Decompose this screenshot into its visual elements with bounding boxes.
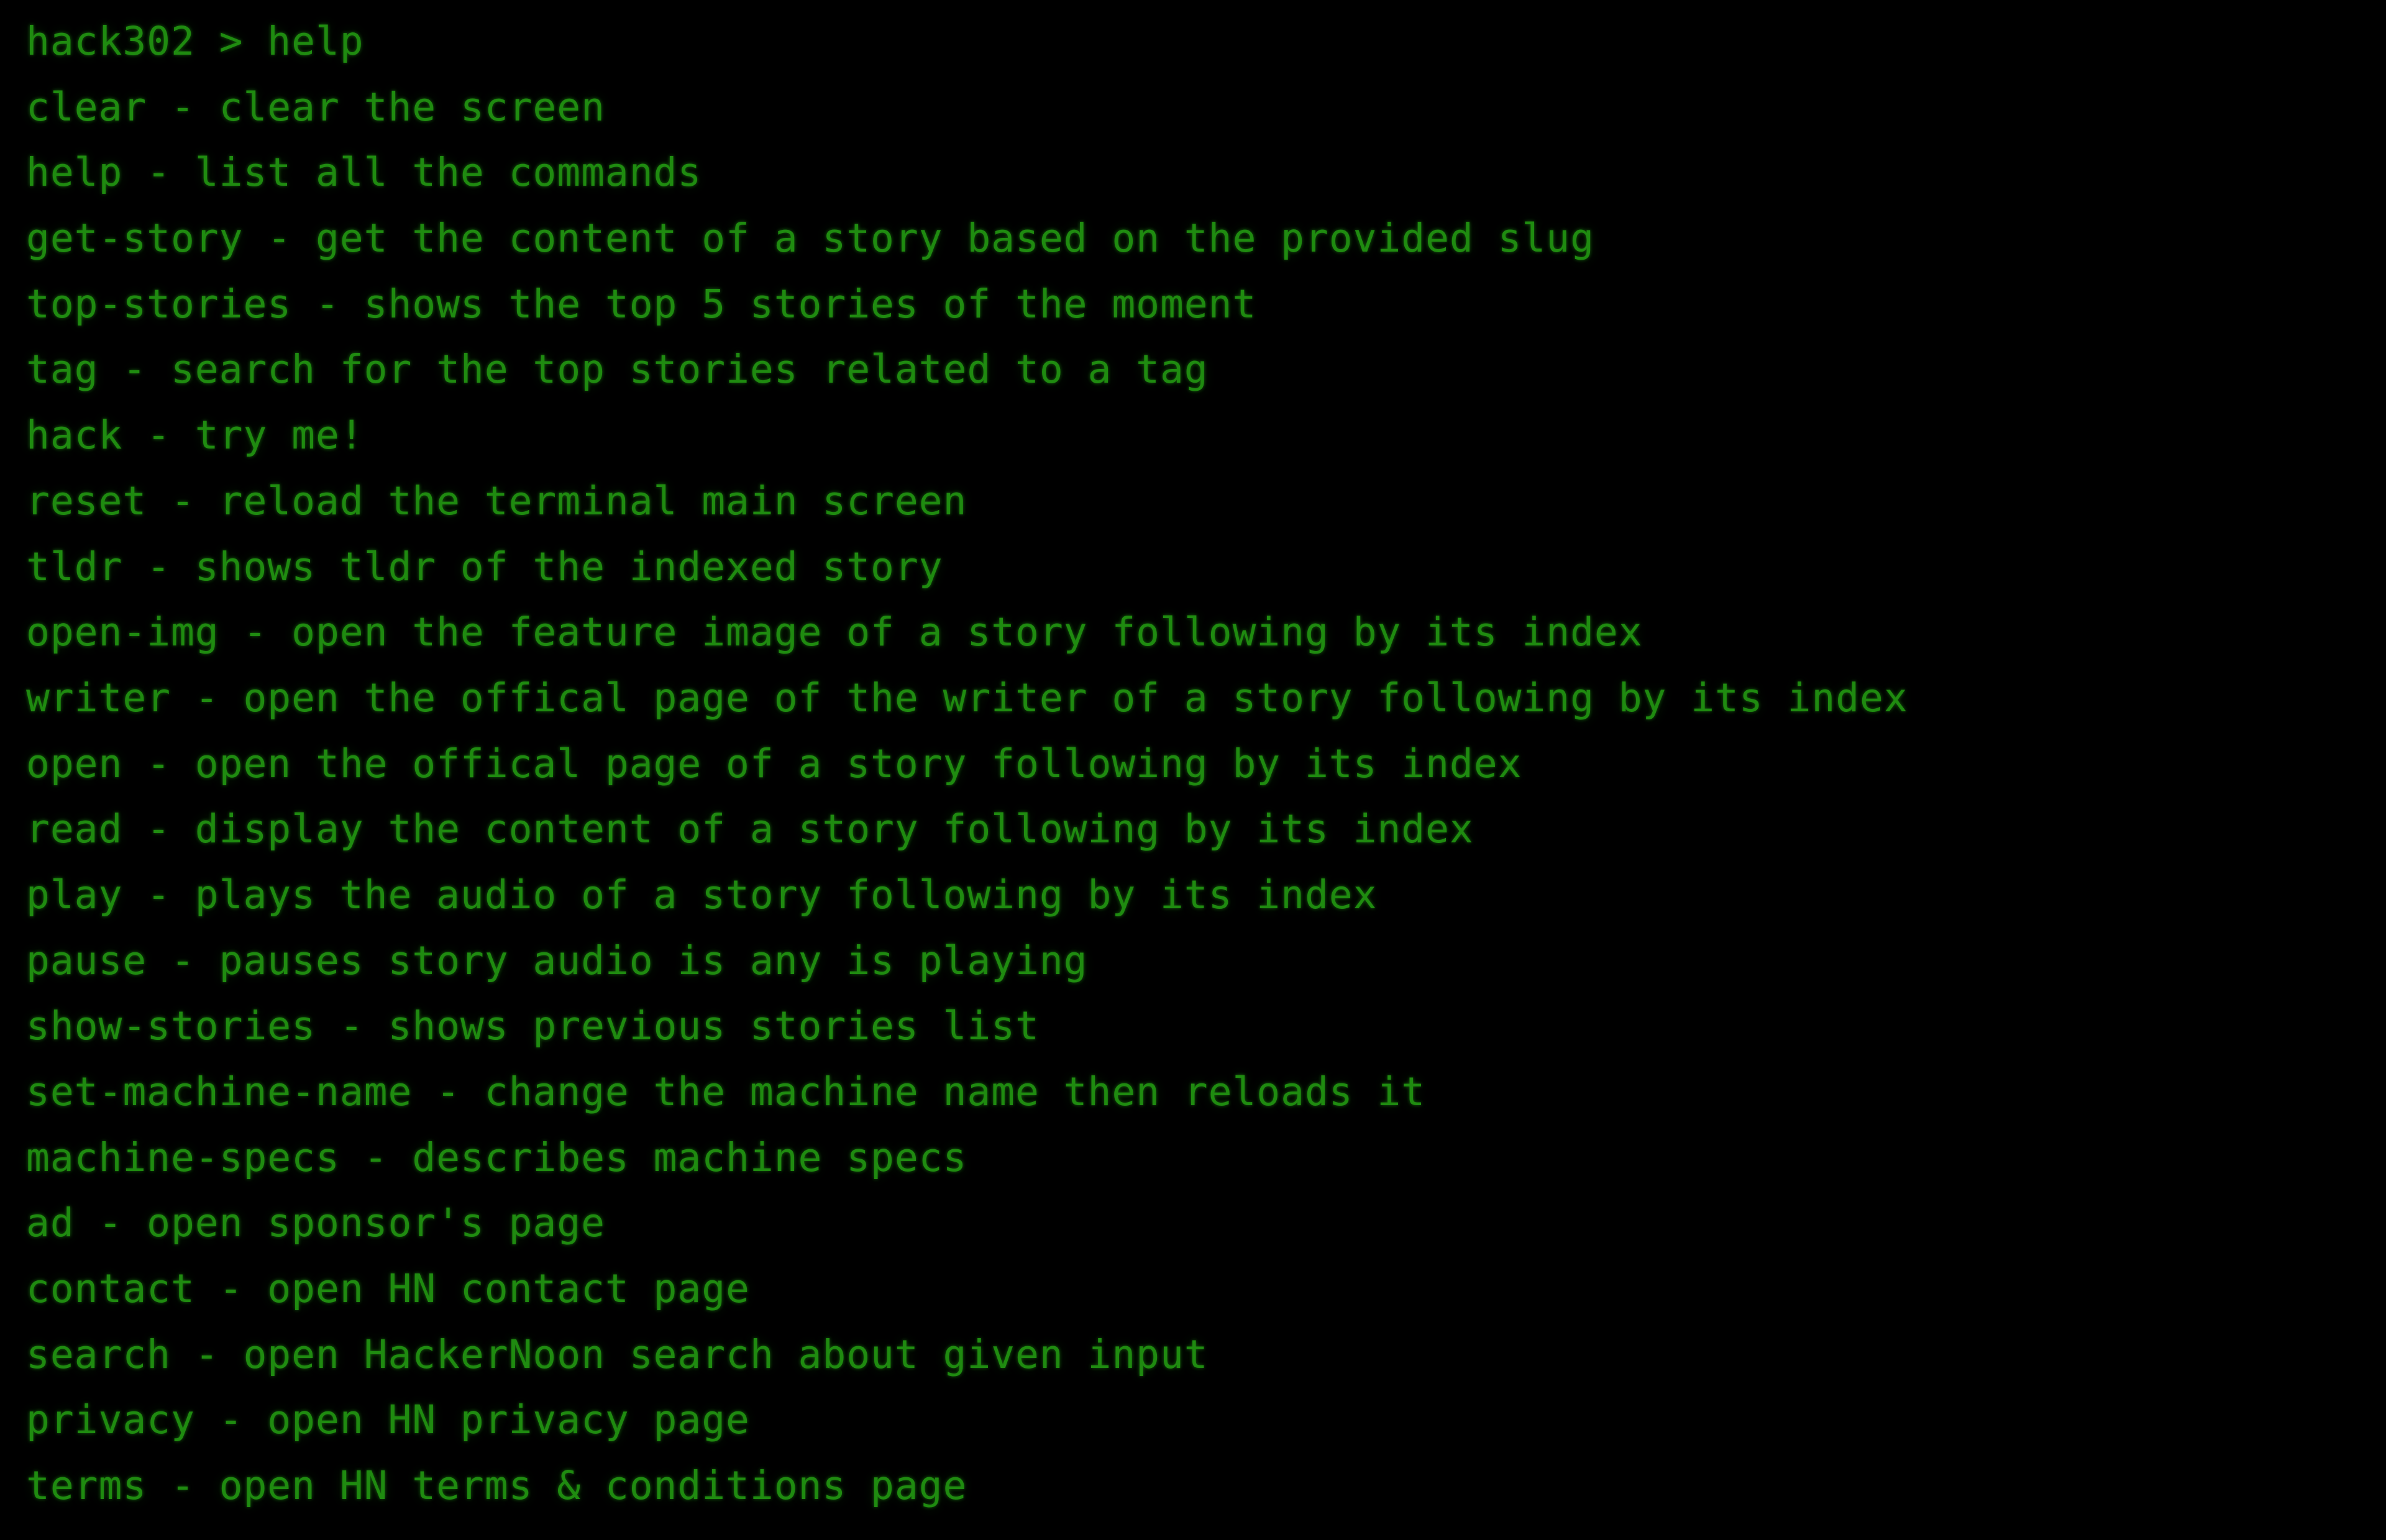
- help-entry-pause: pause - pauses story audio is any is pla…: [26, 937, 1088, 983]
- help-entry-ad: ad - open sponsor's page: [26, 1200, 605, 1246]
- help-entry-tldr: tldr - shows tldr of the indexed story: [26, 544, 943, 590]
- help-entry-writer: writer - open the offical page of the wr…: [26, 675, 1908, 721]
- help-entry-contact: contact - open HN contact page: [26, 1266, 750, 1312]
- help-entry-get-story: get-story - get the content of a story b…: [26, 216, 1594, 262]
- help-entry-show-stories: show-stories - shows previous stories li…: [26, 1003, 1040, 1049]
- help-entry-top-stories: top-stories - shows the top 5 stories of…: [26, 281, 1257, 327]
- help-entry-help: help - list all the commands: [26, 150, 702, 196]
- help-entry-machine-specs: machine-specs - describes machine specs: [26, 1134, 967, 1180]
- help-entry-read: read - display the content of a story fo…: [26, 806, 1474, 852]
- prompt-line: hack302 > help: [26, 19, 364, 64]
- help-entry-reset: reset - reload the terminal main screen: [26, 478, 967, 524]
- help-entry-open: open - open the offical page of a story …: [26, 740, 1522, 786]
- help-entry-open-img: open-img - open the feature image of a s…: [26, 609, 1643, 655]
- help-entry-play: play - plays the audio of a story follow…: [26, 872, 1378, 918]
- terminal-output: hack302 > help clear - clear the screen he…: [26, 9, 2386, 1519]
- help-entry-hack: hack - try me!: [26, 412, 364, 458]
- help-entry-set-machine-name: set-machine-name - change the machine na…: [26, 1069, 1426, 1114]
- help-entry-clear: clear - clear the screen: [26, 84, 605, 130]
- terminal-screen[interactable]: hack302 > help clear - clear the screen he…: [0, 0, 2386, 1540]
- help-entry-search: search - open HackerNoon search about gi…: [26, 1331, 1209, 1377]
- help-entry-privacy: privacy - open HN privacy page: [26, 1397, 750, 1443]
- help-entry-terms: terms - open HN terms & conditions page: [26, 1463, 967, 1509]
- help-entry-tag: tag - search for the top stories related…: [26, 347, 1209, 393]
